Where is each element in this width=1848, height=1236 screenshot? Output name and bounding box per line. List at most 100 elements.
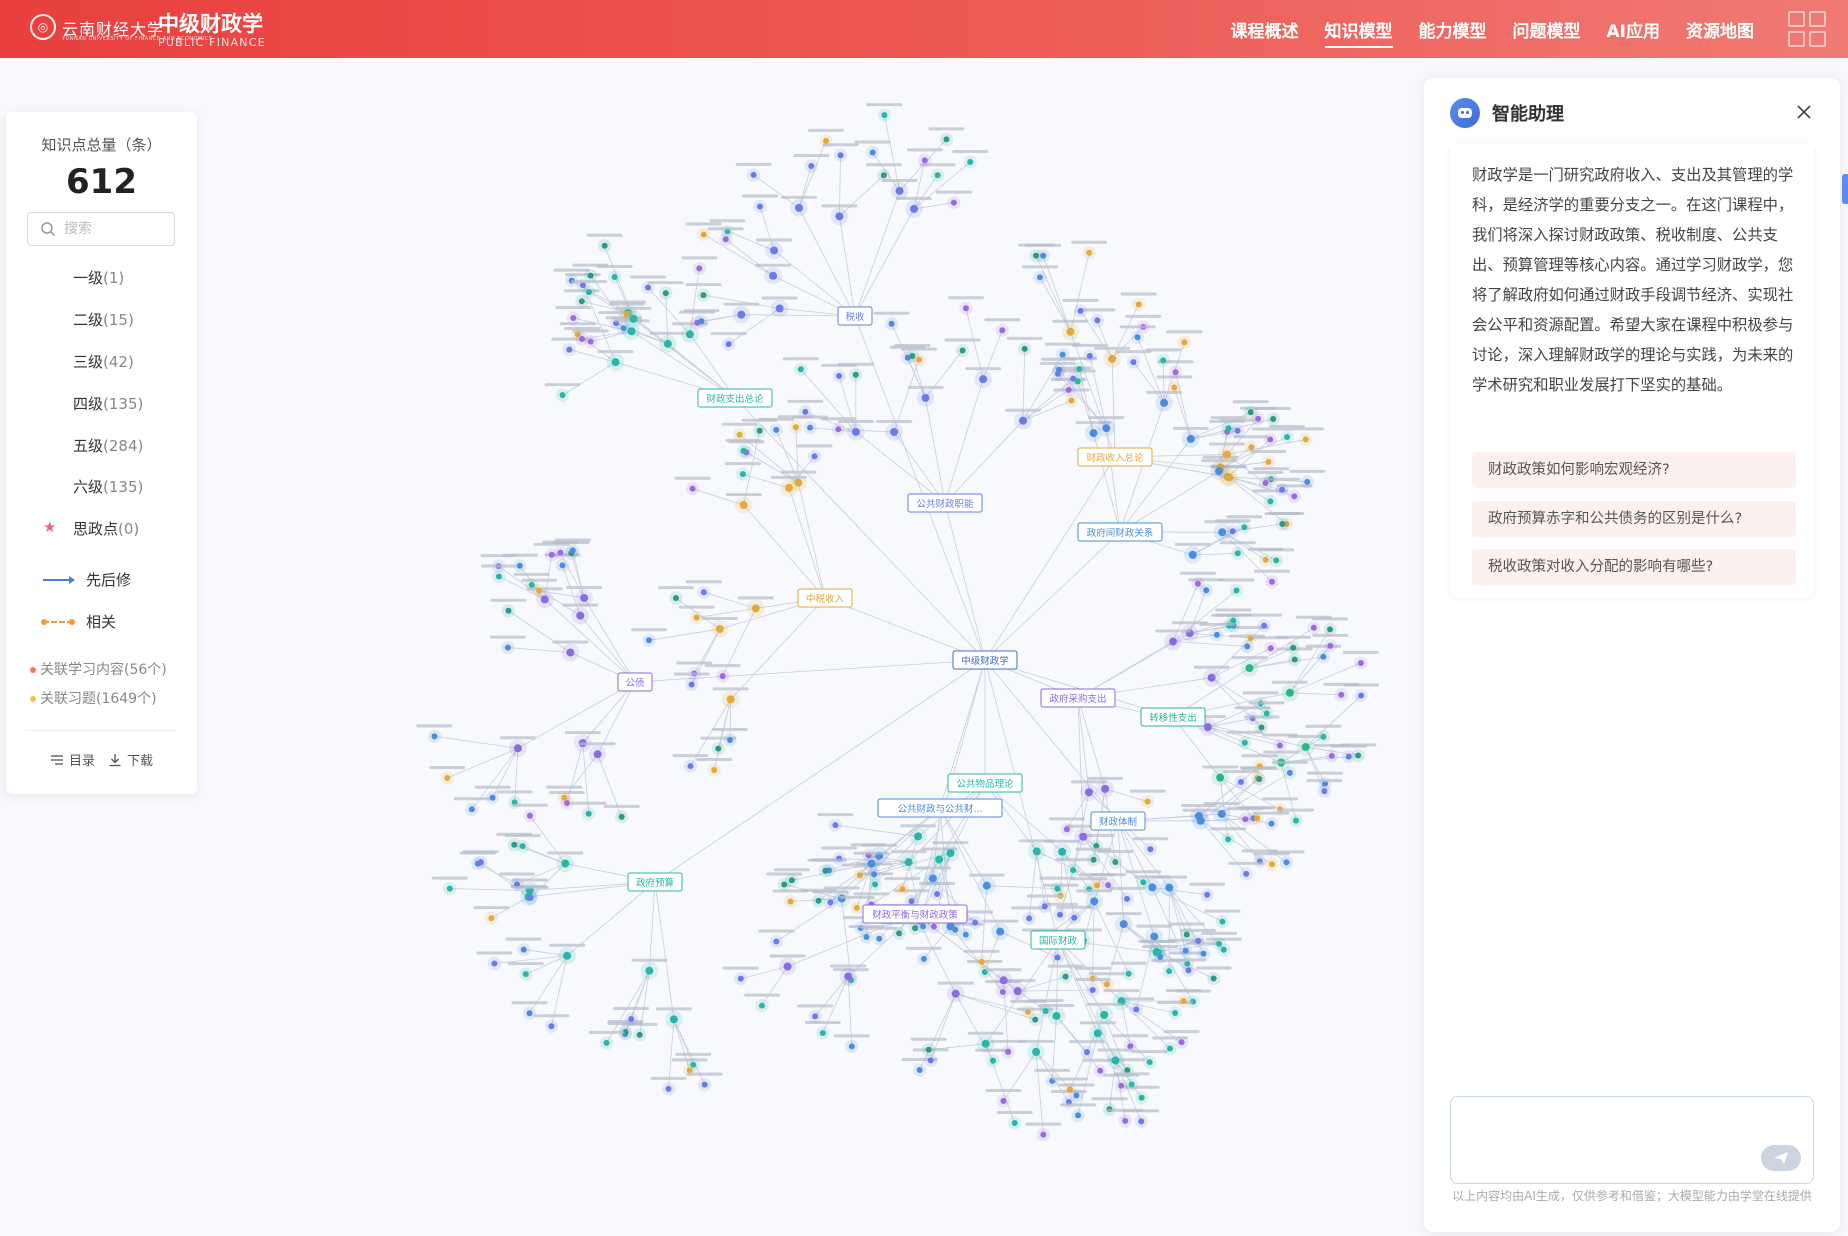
level-item-6[interactable]: 六级(135): [73, 476, 143, 497]
graph-node[interactable]: [770, 246, 779, 255]
graph-node[interactable]: [1040, 1131, 1047, 1138]
graph-node[interactable]: [1054, 885, 1061, 892]
graph-node[interactable]: [1062, 973, 1069, 980]
graph-node[interactable]: [1083, 1049, 1090, 1056]
graph-node[interactable]: [896, 930, 903, 937]
graph-node[interactable]: [844, 972, 853, 981]
graph-node[interactable]: [1165, 883, 1174, 892]
graph-node[interactable]: [962, 305, 969, 312]
graph-node[interactable]: [1166, 968, 1173, 975]
graph-node[interactable]: [1355, 752, 1362, 759]
graph-node[interactable]: [982, 881, 991, 890]
graph-node[interactable]: [1327, 642, 1334, 649]
graph-node[interactable]: [570, 315, 577, 322]
graph-node[interactable]: [715, 745, 722, 752]
graph-node[interactable]: [1071, 914, 1078, 921]
graph-node[interactable]: [1267, 498, 1274, 505]
graph-node[interactable]: [645, 966, 654, 975]
graph-node[interactable]: [797, 366, 804, 373]
graph-node[interactable]: [629, 314, 638, 323]
graph-node[interactable]: [1245, 664, 1254, 673]
graph-node[interactable]: [488, 915, 495, 922]
graph-node[interactable]: [1276, 742, 1283, 749]
graph-node[interactable]: [999, 976, 1008, 985]
graph-node[interactable]: [811, 453, 818, 460]
graph-node[interactable]: [739, 471, 746, 478]
graph-node[interactable]: [927, 1057, 934, 1064]
graph-node[interactable]: [740, 447, 747, 454]
graph-node[interactable]: [832, 822, 839, 829]
graph-node[interactable]: [1041, 903, 1048, 910]
graph-node[interactable]: [872, 881, 879, 888]
graph-node[interactable]: [1076, 366, 1083, 373]
graph-node[interactable]: [1054, 370, 1061, 377]
graph-node[interactable]: [925, 1046, 932, 1053]
graph-node[interactable]: [1320, 733, 1327, 740]
graph-node[interactable]: [585, 810, 592, 817]
graph-node[interactable]: [1086, 249, 1093, 256]
nav-knowledge-model[interactable]: 知识模型: [1324, 17, 1393, 48]
graph-node[interactable]: [807, 424, 814, 431]
graph-node[interactable]: [1144, 798, 1151, 805]
graph-level2-node[interactable]: 税收: [845, 311, 865, 323]
graph-node[interactable]: [934, 172, 941, 179]
graph-node[interactable]: [910, 204, 919, 213]
graph-node[interactable]: [835, 212, 844, 221]
graph-node[interactable]: [1108, 354, 1117, 363]
graph-node[interactable]: [1063, 826, 1070, 833]
graph-node[interactable]: [526, 812, 533, 819]
graph-node[interactable]: [726, 736, 733, 743]
knowledge-graph-canvas[interactable]: 财政支出总论 税收财政收入总论公共财政职能政府间财政关系中税收入公债政府采购支出转…: [200, 58, 1420, 1236]
graph-node[interactable]: [990, 1057, 997, 1064]
graph-node[interactable]: [1086, 352, 1093, 359]
graph-node[interactable]: [773, 938, 780, 945]
graph-node[interactable]: [979, 375, 988, 384]
graph-node[interactable]: [890, 428, 899, 437]
graph-node[interactable]: [1207, 673, 1216, 682]
graph-level2-node[interactable]: 政府预算: [636, 877, 674, 889]
graph-node[interactable]: [1147, 846, 1154, 853]
graph-node[interactable]: [1230, 617, 1237, 624]
graph-node[interactable]: [1286, 769, 1293, 776]
graph-node[interactable]: [1146, 1059, 1153, 1066]
ideology-point-item[interactable]: 思政点(0): [73, 518, 139, 539]
graph-node[interactable]: [1357, 660, 1364, 667]
graph-node[interactable]: [1186, 434, 1195, 443]
graph-node[interactable]: [685, 330, 694, 339]
graph-node[interactable]: [1065, 387, 1072, 394]
graph-node[interactable]: [921, 393, 930, 402]
graph-node[interactable]: [1273, 557, 1280, 564]
graph-level2-node[interactable]: 公共财政与公共财...: [897, 803, 982, 815]
nav-ability-model[interactable]: 能力模型: [1419, 17, 1487, 42]
graph-node[interactable]: [1032, 1047, 1041, 1056]
graph-node[interactable]: [1267, 645, 1274, 652]
graph-node[interactable]: [1283, 859, 1290, 866]
graph-node[interactable]: [1254, 815, 1261, 822]
graph-node[interactable]: [711, 766, 718, 773]
graph-node[interactable]: [967, 158, 974, 165]
graph-node[interactable]: [1166, 1045, 1173, 1052]
graph-node[interactable]: [1032, 847, 1041, 856]
graph-node[interactable]: [1070, 867, 1077, 874]
graph-node[interactable]: [1171, 384, 1178, 391]
graph-level2-node[interactable]: 国际财政: [1039, 935, 1078, 947]
chat-input-box[interactable]: [1450, 1096, 1814, 1184]
graph-node[interactable]: [700, 231, 707, 238]
search-box[interactable]: [27, 212, 175, 246]
graph-node[interactable]: [669, 1015, 678, 1024]
graph-node[interactable]: [908, 898, 915, 905]
graph-node[interactable]: [950, 199, 957, 206]
graph-node[interactable]: [1216, 773, 1225, 782]
graph-node[interactable]: [916, 1066, 923, 1073]
graph-root-node[interactable]: 中级财政学: [961, 655, 1009, 667]
graph-node[interactable]: [802, 408, 809, 415]
graph-node[interactable]: [787, 898, 794, 905]
graph-node[interactable]: [1233, 587, 1240, 594]
graph-node[interactable]: [719, 673, 726, 680]
graph-node[interactable]: [836, 372, 843, 379]
graph-node[interactable]: [978, 958, 985, 965]
graph-node[interactable]: [1328, 752, 1335, 759]
graph-node[interactable]: [1242, 816, 1249, 823]
graph-node[interactable]: [962, 931, 969, 938]
graph-node[interactable]: [1279, 521, 1286, 528]
